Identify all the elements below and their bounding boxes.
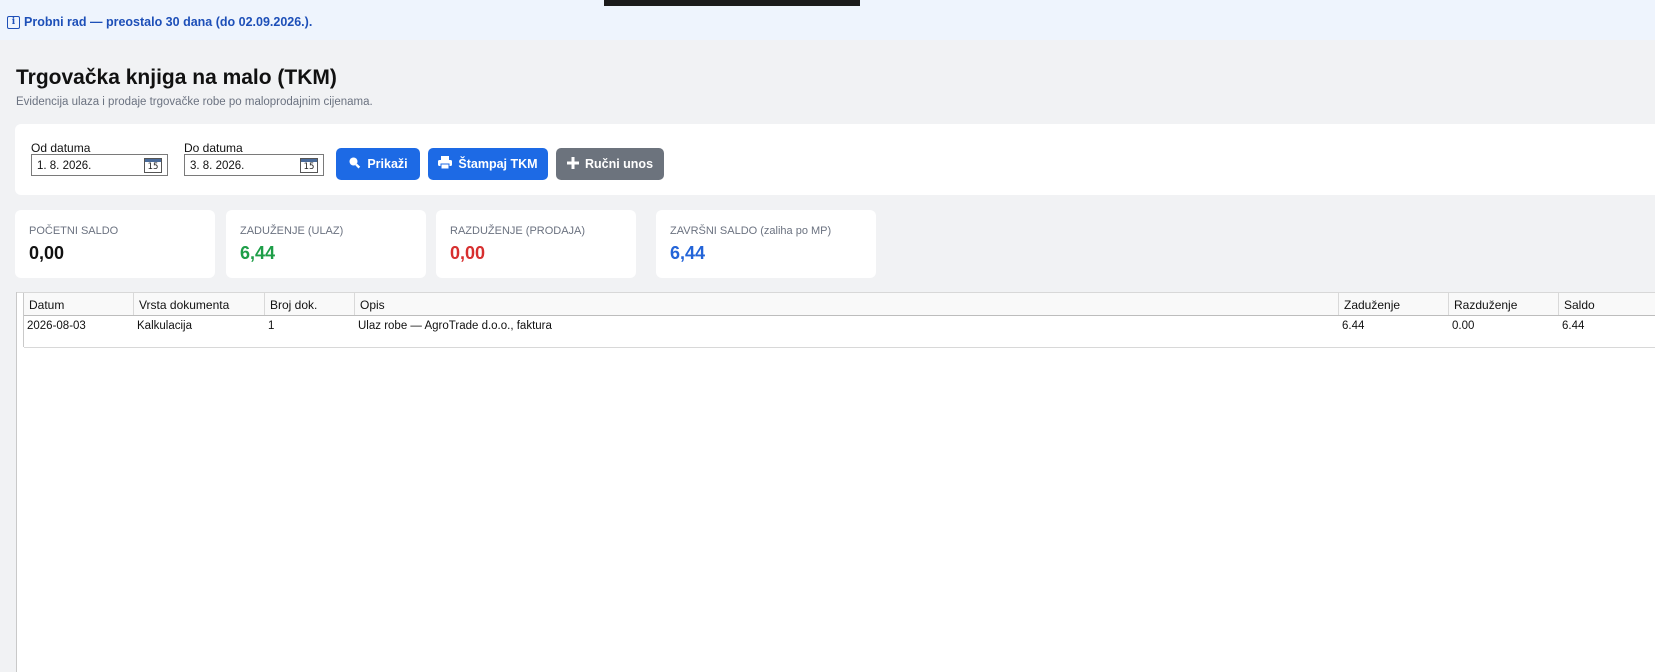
overlay-toolbar-strip bbox=[604, 0, 860, 6]
column-header-datum[interactable]: Datum bbox=[24, 293, 134, 315]
plus-icon bbox=[566, 156, 579, 172]
trial-notice: i Probni rad — preostalo 30 dana (do 02.… bbox=[7, 15, 312, 29]
column-header-document-type[interactable]: Vrsta dokumenta bbox=[134, 293, 265, 315]
search-icon bbox=[348, 156, 361, 172]
stat-value: 6,44 bbox=[670, 243, 706, 263]
stat-label: POČETNI SALDO bbox=[29, 225, 119, 237]
table-body: Datum Vrsta dokumenta Broj dok. Opis Zad… bbox=[23, 293, 1655, 348]
print-tkm-button[interactable]: Štampaj TKM bbox=[428, 148, 548, 180]
from-date-label: Od datuma bbox=[31, 141, 91, 155]
stat-card-debit: ZADUŽENJE (ULAZ) 6,44 bbox=[226, 210, 426, 278]
page-title: Trgovačka knjiga na malo (TKM) bbox=[16, 66, 337, 89]
calendar-icon[interactable]: 15 bbox=[144, 158, 162, 173]
calendar-icon[interactable]: 15 bbox=[300, 158, 318, 173]
cell-document-number: 1 bbox=[268, 320, 275, 332]
show-button[interactable]: Prikaži bbox=[336, 148, 420, 180]
show-button-label: Prikaži bbox=[367, 157, 408, 171]
stat-label: ZADUŽENJE (ULAZ) bbox=[240, 225, 344, 237]
cell-balance: 6.44 bbox=[1562, 320, 1585, 332]
stat-value: 0,00 bbox=[29, 243, 65, 263]
cell-document-type: Kalkulacija bbox=[137, 320, 192, 332]
stat-card-opening-balance: POČETNI SALDO 0,00 bbox=[15, 210, 215, 278]
stat-card-closing-balance: ZAVRŠNI SALDO (zaliha po MP) 6,44 bbox=[656, 210, 876, 278]
info-icon: i bbox=[7, 15, 20, 29]
manual-entry-button[interactable]: Ručni unos bbox=[556, 148, 664, 180]
column-header-balance[interactable]: Saldo bbox=[1559, 293, 1655, 315]
calendar-day: 15 bbox=[303, 162, 315, 172]
manual-entry-label: Ručni unos bbox=[584, 157, 654, 171]
page-subtitle: Evidencija ulaza i prodaje trgovačke rob… bbox=[16, 96, 373, 108]
to-date-value: 3. 8. 2026. bbox=[190, 160, 245, 172]
cell-credit: 0.00 bbox=[1452, 320, 1475, 332]
column-header-credit[interactable]: Razduženje bbox=[1449, 293, 1559, 315]
print-tkm-label: Štampaj TKM bbox=[458, 157, 538, 171]
printer-icon bbox=[438, 156, 453, 172]
stat-value: 6,44 bbox=[240, 243, 276, 263]
cell-datum: 2026-08-03 bbox=[27, 320, 86, 332]
column-header-description[interactable]: Opis bbox=[355, 293, 1339, 315]
column-header-document-number[interactable]: Broj dok. bbox=[265, 293, 355, 315]
trial-banner: i Probni rad — preostalo 30 dana (do 02.… bbox=[0, 0, 1655, 40]
from-date-value: 1. 8. 2026. bbox=[37, 160, 92, 172]
column-header-debit[interactable]: Zaduženje bbox=[1339, 293, 1449, 315]
calendar-day: 15 bbox=[147, 162, 159, 172]
table-header: Datum Vrsta dokumenta Broj dok. Opis Zad… bbox=[24, 293, 1655, 316]
cell-description: Ulaz robe — AgroTrade d.o.o., faktura bbox=[358, 320, 552, 332]
stat-card-credit: RAZDUŽENJE (PRODAJA) 0,00 bbox=[436, 210, 636, 278]
to-date-label: Do datuma bbox=[184, 141, 243, 155]
cell-debit: 6.44 bbox=[1342, 320, 1365, 332]
stat-value: 0,00 bbox=[450, 243, 486, 263]
trial-text: Probni rad — preostalo 30 dana (do 02.09… bbox=[24, 15, 313, 29]
from-date-input[interactable]: 1. 8. 2026. 15 bbox=[31, 154, 168, 176]
to-date-input[interactable]: 3. 8. 2026. 15 bbox=[184, 154, 324, 176]
tkm-table: Datum Vrsta dokumenta Broj dok. Opis Zad… bbox=[16, 292, 1655, 672]
stat-label: RAZDUŽENJE (PRODAJA) bbox=[450, 225, 586, 237]
row-divider bbox=[24, 347, 1655, 348]
stat-label: ZAVRŠNI SALDO (zaliha po MP) bbox=[670, 225, 832, 237]
